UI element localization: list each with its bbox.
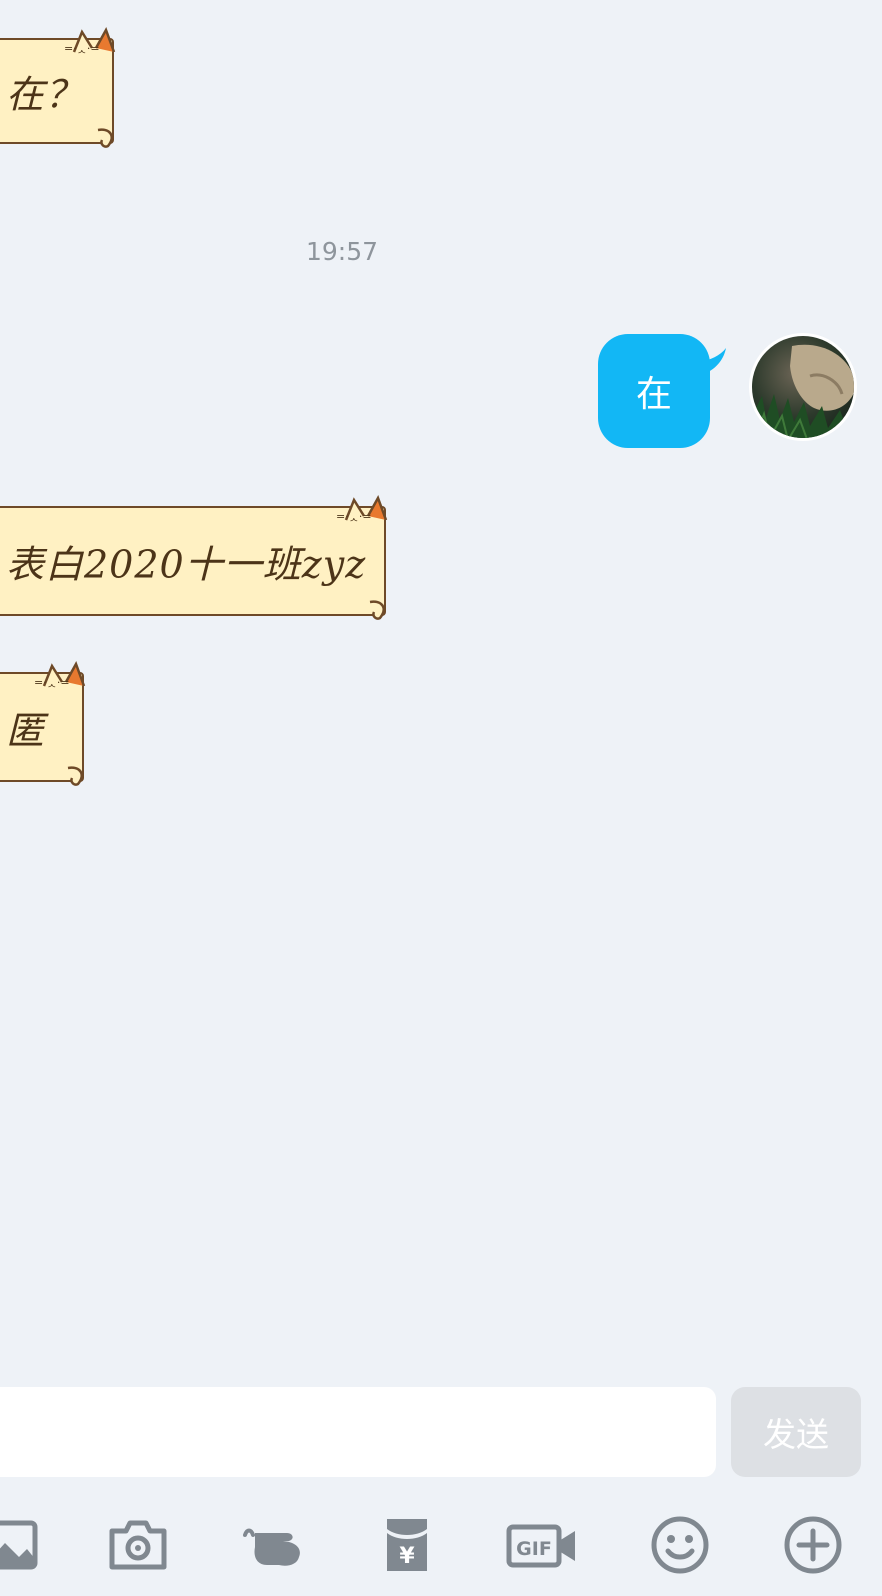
poke-hand-icon [243,1528,300,1566]
composer: 发送 [0,1375,882,1477]
camera-button[interactable] [103,1512,173,1578]
image-icon [0,1520,38,1570]
gif-button[interactable]: GIF [505,1512,581,1578]
svg-text:¥: ¥ [399,1544,415,1569]
gif-icon: GIF [506,1524,575,1568]
message-text: 在 [635,374,672,415]
cat-paw-icon [67,766,83,786]
svg-text:=·ᆺ·=: =·ᆺ·= [64,42,100,55]
message-bubble-incoming[interactable]: 表白2020十一班zyz =·ᆺ·= [0,494,388,620]
message-input[interactable] [0,1387,716,1477]
cat-ears-icon: =·ᆺ·= [64,26,116,55]
cat-ears-icon: =·ᆺ·= [34,660,86,689]
message-bubble-outgoing[interactable]: 在 [598,334,726,448]
cat-ears-icon: =·ᆺ·= [336,494,388,523]
camera-icon [109,1520,167,1570]
message-bubble-incoming[interactable]: 在？ =·ᆺ·= [0,26,116,148]
emoji-icon [651,1516,709,1574]
bubble-tail-icon [700,348,726,374]
chat-toolbar: ¥ GIF [0,1500,882,1596]
poke-button[interactable] [238,1512,308,1578]
message-text: 在？ [6,72,85,117]
message-text: 匿 [6,708,46,753]
cat-paw-icon [369,600,385,620]
gif-label: GIF [516,1538,552,1560]
red-packet-button[interactable]: ¥ [372,1512,442,1578]
avatar[interactable] [749,333,857,441]
cat-paw-icon [97,128,113,148]
svg-text:=·ᆺ·=: =·ᆺ·= [34,676,70,689]
avatar-image [752,336,854,438]
more-button[interactable] [778,1512,848,1578]
send-button[interactable]: 发送 [731,1387,861,1477]
plus-icon [784,1516,842,1574]
image-button[interactable] [0,1512,44,1578]
emoji-button[interactable] [645,1512,715,1578]
timestamp: 19:57 [305,237,379,266]
message-text: 表白2020十一班zyz [6,542,367,587]
svg-text:=·ᆺ·=: =·ᆺ·= [336,510,372,523]
message-bubble-incoming[interactable]: 匿 =·ᆺ·= [0,660,86,786]
red-packet-icon: ¥ [387,1519,427,1571]
chat-area[interactable]: 在？ =·ᆺ·= 19:57 在 表白2020十一班zyz =·ᆺ·= 匿 =·… [0,0,882,1375]
